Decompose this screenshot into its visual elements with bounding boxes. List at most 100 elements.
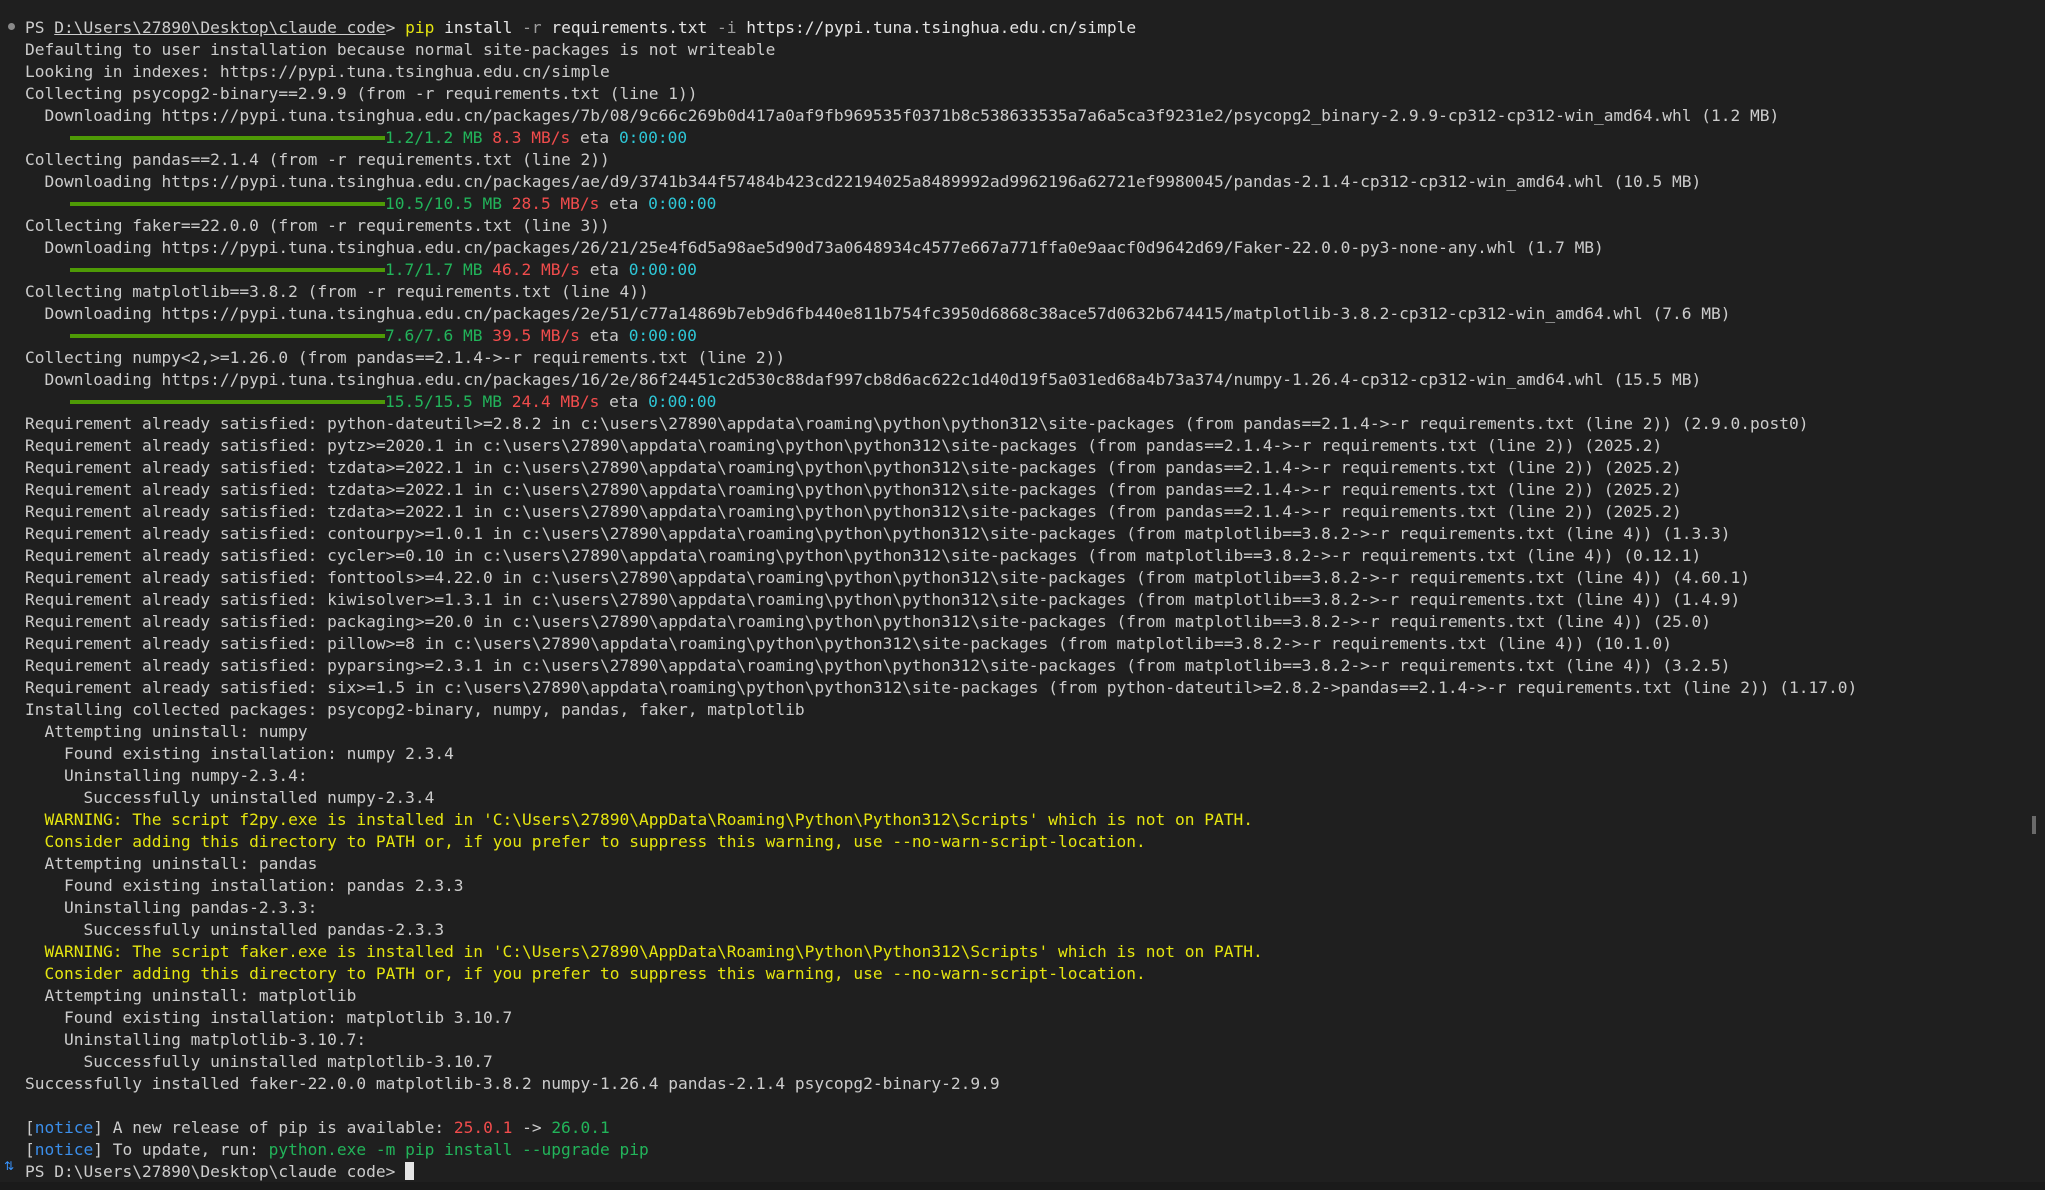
download-url-line[interactable]: Downloading https://pypi.tuna.tsinghua.e… (25, 369, 2015, 391)
collecting-line: Collecting numpy<2,>=1.26.0 (from pandas… (25, 348, 786, 367)
download-speed: 46.2 MB/s (492, 260, 580, 279)
output-line: Successfully uninstalled matplotlib-3.10… (25, 1052, 493, 1071)
remote-icon[interactable]: ⇅ (4, 1159, 18, 1173)
requirement-line: Requirement already satisfied: kiwisolve… (25, 590, 1741, 609)
eta-label: eta (589, 260, 619, 279)
warning-line: WARNING: The script faker.exe is install… (25, 942, 1263, 961)
notice-text: To update, run: (102, 1140, 269, 1159)
new-version: 26.0.1 (551, 1118, 610, 1137)
download-size: 7.6/7.6 MB (385, 326, 483, 345)
old-version: 25.0.1 (453, 1118, 513, 1137)
eta-value: 0:00:00 (628, 260, 697, 279)
requirement-line: Requirement already satisfied: pytz>=202… (25, 436, 1663, 455)
download-speed: 8.3 MB/s (492, 128, 571, 147)
collecting-line: Collecting matplotlib==3.8.2 (from -r re… (25, 282, 649, 301)
command-name: pip (405, 18, 435, 37)
notice-bracket: [ (25, 1140, 35, 1159)
final-prompt: PS D:\Users\27890\Desktop\claude code> (25, 1162, 406, 1181)
requirement-line: Requirement already satisfied: pyparsing… (25, 656, 1731, 675)
download-size: 10.5/10.5 MB (385, 194, 502, 213)
progress-bar (25, 391, 385, 413)
requirement-line: Requirement already satisfied: six>=1.5 … (25, 678, 1858, 697)
requirement-line: Requirement already satisfied: fonttools… (25, 568, 1750, 587)
output-line: Defaulting to user installation because … (25, 40, 776, 59)
download-size: 1.2/1.2 MB (385, 128, 483, 147)
command-flag-i: -i (717, 18, 737, 37)
output-line: Attempting uninstall: pandas (25, 854, 318, 873)
command-file: requirements.txt (541, 18, 718, 37)
output-line: Successfully uninstalled pandas-2.3.3 (25, 920, 445, 939)
output-line: Uninstalling pandas-2.3.3: (25, 898, 318, 917)
download-speed: 24.4 MB/s (511, 392, 600, 411)
eta-value: 0:00:00 (628, 326, 697, 345)
output-line: Uninstalling matplotlib-3.10.7: (25, 1030, 367, 1049)
progress-line: 15.5/15.5 MB 24.4 MB/s eta 0:00:00 (25, 391, 2015, 413)
progress-line: 1.7/1.7 MB 46.2 MB/s eta 0:00:00 (25, 259, 2015, 281)
progress-bar-fill (70, 334, 385, 338)
notice-line: [notice] A new release of pip is availab… (25, 1117, 2015, 1139)
final-prompt-line[interactable]: PS D:\Users\27890\Desktop\claude code> (25, 1161, 2015, 1183)
output-line: Found existing installation: matplotlib … (25, 1008, 513, 1027)
requirement-line: Requirement already satisfied: python-da… (25, 414, 1809, 433)
warning-line: WARNING: The script f2py.exe is installe… (25, 810, 1253, 829)
requirement-line: Requirement already satisfied: cycler>=0… (25, 546, 1702, 565)
command-line: PS D:\Users\27890\Desktop\claude code> p… (25, 17, 2015, 39)
command-url[interactable]: https://pypi.tuna.tsinghua.edu.cn/simple (737, 18, 1136, 37)
eta-value: 0:00:00 (648, 392, 717, 411)
notice-bracket: [ (25, 1118, 35, 1137)
output-line: Attempting uninstall: matplotlib (25, 986, 357, 1005)
download-url-line[interactable]: Downloading https://pypi.tuna.tsinghua.e… (25, 237, 2015, 259)
output-line: Looking in indexes: https://pypi.tuna.ts… (25, 62, 610, 81)
download-speed: 28.5 MB/s (511, 194, 600, 213)
warning-line: Consider adding this directory to PATH o… (25, 832, 1146, 851)
installing-line: Installing collected packages: psycopg2-… (25, 700, 805, 719)
eta-value: 0:00:00 (648, 194, 717, 213)
notice-label: notice (34, 1118, 94, 1137)
output-line: Attempting uninstall: numpy (25, 722, 308, 741)
warning-line: Consider adding this directory to PATH o… (25, 964, 1146, 983)
collecting-line: Collecting pandas==2.1.4 (from -r requir… (25, 150, 610, 169)
output-line: Found existing installation: numpy 2.3.4 (25, 744, 454, 763)
eta-label: eta (609, 194, 639, 213)
notice-bracket: ] (93, 1140, 103, 1159)
progress-bar (25, 325, 385, 347)
progress-line: 10.5/10.5 MB 28.5 MB/s eta 0:00:00 (25, 193, 2015, 215)
download-url-line[interactable]: Downloading https://pypi.tuna.tsinghua.e… (25, 303, 2015, 325)
download-url-line[interactable]: Downloading https://pypi.tuna.tsinghua.e… (25, 105, 2015, 127)
terminal-window[interactable]: PS D:\Users\27890\Desktop\claude code> p… (0, 0, 2045, 1190)
command-flag-r: -r (522, 18, 542, 37)
progress-line: 7.6/7.6 MB 39.5 MB/s eta 0:00:00 (25, 325, 2015, 347)
notice-bracket: ] (93, 1118, 103, 1137)
scrollbar-thumb[interactable] (2032, 816, 2036, 834)
progress-bar-fill (70, 202, 385, 206)
prompt-prefix: PS (25, 18, 55, 37)
command-rest: install (434, 18, 523, 37)
status-bar (0, 1182, 2045, 1190)
progress-bar (25, 193, 385, 215)
eta-label: eta (609, 392, 639, 411)
download-url-line[interactable]: Downloading https://pypi.tuna.tsinghua.e… (25, 171, 2015, 193)
requirement-line: Requirement already satisfied: tzdata>=2… (25, 502, 1682, 521)
eta-value: 0:00:00 (618, 128, 688, 147)
prompt-suffix: > (385, 18, 406, 37)
version-arrow: -> (512, 1118, 552, 1137)
progress-bar-fill (70, 400, 385, 404)
requirement-line: Requirement already satisfied: contourpy… (25, 524, 1731, 543)
output-line: Found existing installation: pandas 2.3.… (25, 876, 464, 895)
collecting-line: Collecting faker==22.0.0 (from -r requir… (25, 216, 610, 235)
terminal-output: PS D:\Users\27890\Desktop\claude code> p… (25, 17, 2015, 1183)
prompt-path[interactable]: D:\Users\27890\Desktop\claude code (54, 18, 385, 37)
command-decoration-icon[interactable] (8, 23, 15, 30)
requirement-line: Requirement already satisfied: pillow>=8… (25, 634, 1673, 653)
collecting-line: Collecting psycopg2-binary==2.9.9 (from … (25, 84, 698, 103)
progress-bar-fill (70, 268, 385, 272)
progress-line: 1.2/1.2 MB 8.3 MB/s eta 0:00:00 (25, 127, 2015, 149)
requirement-line: Requirement already satisfied: tzdata>=2… (25, 480, 1682, 499)
progress-bar (25, 259, 385, 281)
requirement-line: Requirement already satisfied: packaging… (25, 612, 1712, 631)
output-line: Uninstalling numpy-2.3.4: (25, 766, 308, 785)
download-size: 15.5/15.5 MB (385, 392, 502, 411)
notice-line: [notice] To update, run: python.exe -m p… (25, 1139, 2015, 1161)
download-size: 1.7/1.7 MB (385, 260, 483, 279)
